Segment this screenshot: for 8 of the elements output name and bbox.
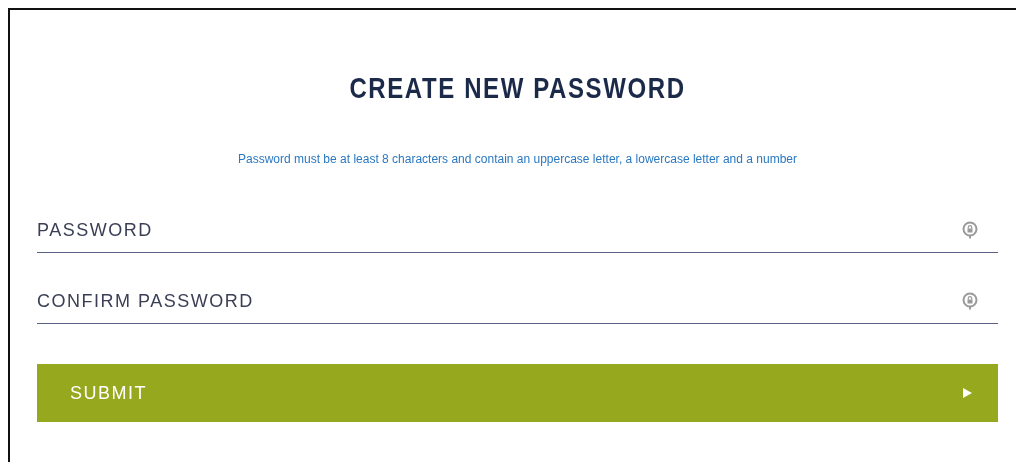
submit-button[interactable]: SUBMIT [37,364,998,422]
play-icon [963,388,972,398]
lock-icon[interactable] [962,292,978,310]
password-field[interactable]: CONFIRM PASSWORD [37,290,962,312]
password-field[interactable]: PASSWORD [37,219,962,241]
page-title: CREATE NEW PASSWORD [348,70,687,106]
password-requirements: Password must be at least 8 characters and contain an uppercase letter, a lowercase letter and a number [237,152,798,166]
lock-icon[interactable] [962,221,978,239]
